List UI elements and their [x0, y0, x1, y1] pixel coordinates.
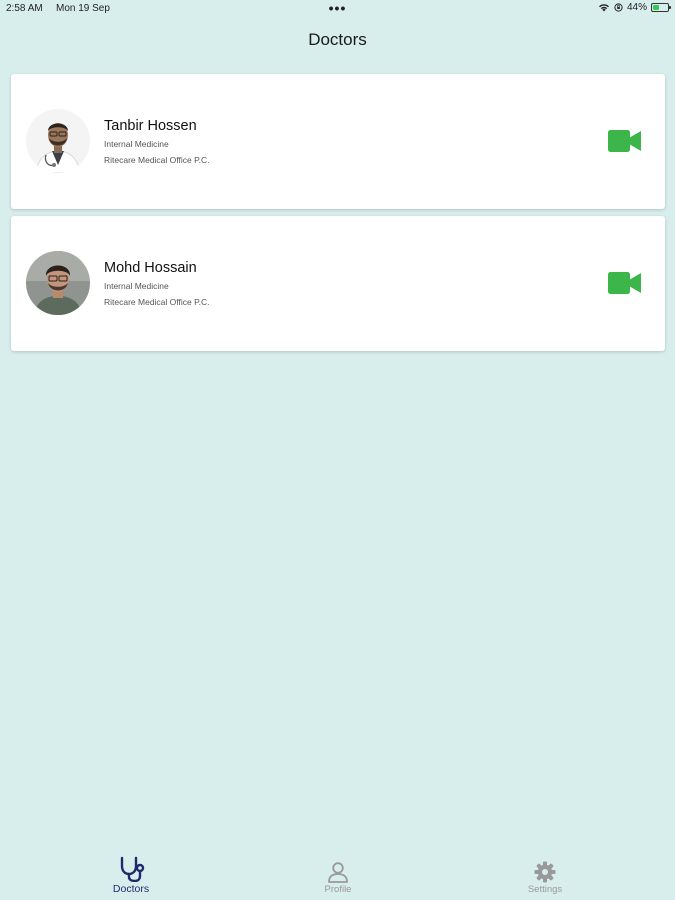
- status-bar: 2:58 AM Mon 19 Sep ••• 44%: [0, 0, 675, 18]
- doctor-specialty: Internal Medicine: [104, 281, 169, 291]
- person-icon: [328, 862, 348, 883]
- multitasking-dots-icon[interactable]: •••: [329, 1, 347, 15]
- video-call-icon[interactable]: [608, 272, 641, 294]
- doctor-card[interactable]: Mohd Hossain Internal Medicine Ritecare …: [11, 216, 665, 351]
- tab-doctors[interactable]: Doctors: [91, 856, 171, 895]
- status-right: 44%: [598, 2, 671, 13]
- tab-label: Profile: [324, 884, 352, 895]
- orientation-lock-icon: [614, 3, 623, 12]
- video-call-icon[interactable]: [608, 130, 641, 152]
- tab-settings[interactable]: Settings: [505, 861, 585, 895]
- doctor-avatar: [26, 251, 90, 315]
- doctor-office: Ritecare Medical Office P.C.: [104, 297, 210, 307]
- doctor-specialty: Internal Medicine: [104, 139, 169, 149]
- tab-label: Settings: [527, 884, 563, 895]
- gear-icon: [534, 861, 556, 883]
- status-date: Mon 19 Sep: [56, 3, 110, 14]
- battery-percent: 44%: [626, 2, 647, 13]
- status-time: 2:58 AM: [6, 3, 43, 14]
- battery-icon: [651, 3, 671, 12]
- page-title: Doctors: [308, 30, 367, 49]
- tab-profile[interactable]: Profile: [298, 861, 378, 895]
- wifi-icon: [598, 4, 609, 12]
- tab-label: Doctors: [112, 883, 150, 895]
- battery-level: [653, 5, 660, 10]
- doctor-avatar: [26, 109, 90, 173]
- doctor-card[interactable]: Tanbir Hossen Internal Medicine Ritecare…: [11, 74, 665, 209]
- doctor-name: Mohd Hossain: [104, 260, 197, 276]
- doctor-office: Ritecare Medical Office P.C.: [104, 155, 210, 165]
- stethoscope-icon: [120, 856, 145, 882]
- doctor-name: Tanbir Hossen: [104, 118, 197, 134]
